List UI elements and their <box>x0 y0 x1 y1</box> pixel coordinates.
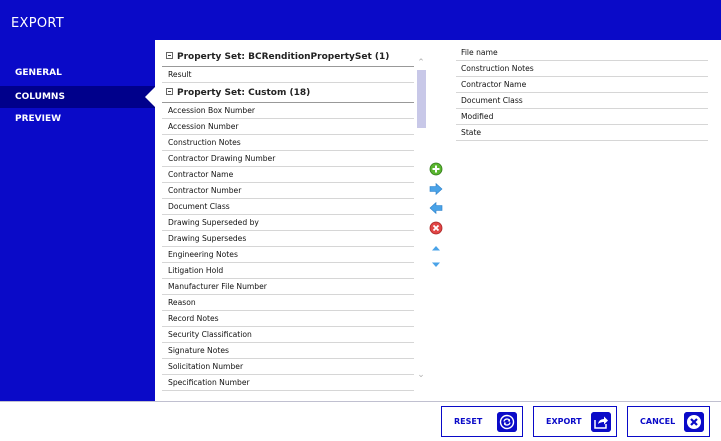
list-item[interactable]: Drawing Superseded by <box>162 215 414 231</box>
list-item[interactable]: Accession Number <box>162 119 414 135</box>
list-item[interactable]: Manufacturer File Number <box>162 279 414 295</box>
sidebar-item-general[interactable]: GENERAL <box>0 62 155 84</box>
list-item[interactable]: Accession Box Number <box>162 103 414 119</box>
collapse-icon[interactable] <box>166 88 173 95</box>
dialog-title: EXPORT <box>11 16 65 31</box>
list-item[interactable]: Modified <box>456 109 708 125</box>
available-columns-content: Property Set: BCRenditionPropertySet (1)… <box>162 47 414 391</box>
reset-button-label: RESET <box>454 417 483 426</box>
list-item[interactable]: Specification Number <box>162 375 414 391</box>
available-columns-list[interactable]: Property Set: BCRenditionPropertySet (1)… <box>162 47 430 401</box>
list-item[interactable]: Construction Notes <box>162 135 414 151</box>
selected-columns-list[interactable]: File name Construction Notes Contractor … <box>456 45 708 141</box>
cancel-button-label: CANCEL <box>640 417 676 426</box>
active-indicator-icon <box>145 86 156 108</box>
list-item[interactable]: Engineering Notes <box>162 247 414 263</box>
export-button[interactable]: EXPORT <box>533 406 617 437</box>
sidebar-item-preview[interactable]: PREVIEW <box>0 108 155 130</box>
export-dialog: EXPORT GENERAL COLUMNS PREVIEW Property … <box>0 0 721 441</box>
list-item[interactable]: Reason <box>162 295 414 311</box>
export-button-label: EXPORT <box>546 417 582 426</box>
cancel-button[interactable]: CANCEL <box>627 406 710 437</box>
group-header[interactable]: Property Set: Custom (18) <box>162 83 414 103</box>
scroll-down-icon[interactable]: ⌄ <box>416 370 426 380</box>
list-item[interactable]: Contractor Name <box>456 77 708 93</box>
sidebar: EXPORT GENERAL COLUMNS PREVIEW <box>0 0 156 401</box>
list-item[interactable]: Document Class <box>456 93 708 109</box>
move-down-icon[interactable] <box>429 258 443 272</box>
list-item[interactable]: State <box>456 125 708 141</box>
list-item[interactable]: Drawing Supersedes <box>162 231 414 247</box>
close-icon <box>684 412 704 432</box>
sidebar-item-label: COLUMNS <box>15 92 65 102</box>
group-header-label: Property Set: Custom (18) <box>177 88 311 98</box>
reset-button[interactable]: RESET <box>441 406 523 437</box>
list-item[interactable]: Signature Notes <box>162 343 414 359</box>
list-item[interactable]: Litigation Hold <box>162 263 414 279</box>
list-item[interactable]: Result <box>162 67 414 83</box>
list-item[interactable]: Solicitation Number <box>162 359 414 375</box>
list-item[interactable]: Document Class <box>162 199 414 215</box>
move-right-icon[interactable] <box>429 182 443 196</box>
refresh-icon <box>497 412 517 432</box>
move-up-icon[interactable] <box>429 241 443 255</box>
collapse-icon[interactable] <box>166 52 173 59</box>
share-icon <box>591 412 611 432</box>
list-item[interactable]: Security Classification <box>162 327 414 343</box>
group-header[interactable]: Property Set: BCRenditionPropertySet (1) <box>162 47 414 67</box>
list-item[interactable]: Record Notes <box>162 311 414 327</box>
remove-icon[interactable] <box>429 221 443 235</box>
list-item[interactable]: Contractor Drawing Number <box>162 151 414 167</box>
scrollbar-thumb[interactable] <box>417 70 426 128</box>
group-header-label: Property Set: BCRenditionPropertySet (1) <box>177 52 390 62</box>
list-item[interactable]: File name <box>456 45 708 61</box>
list-item[interactable]: Construction Notes <box>456 61 708 77</box>
list-item[interactable]: Contractor Name <box>162 167 414 183</box>
add-icon[interactable] <box>429 162 443 176</box>
sidebar-item-columns[interactable]: COLUMNS <box>0 86 156 108</box>
scroll-up-icon[interactable]: ⌃ <box>416 58 426 68</box>
move-left-icon[interactable] <box>429 201 443 215</box>
list-item[interactable]: Contractor Number <box>162 183 414 199</box>
header-band <box>155 0 721 40</box>
